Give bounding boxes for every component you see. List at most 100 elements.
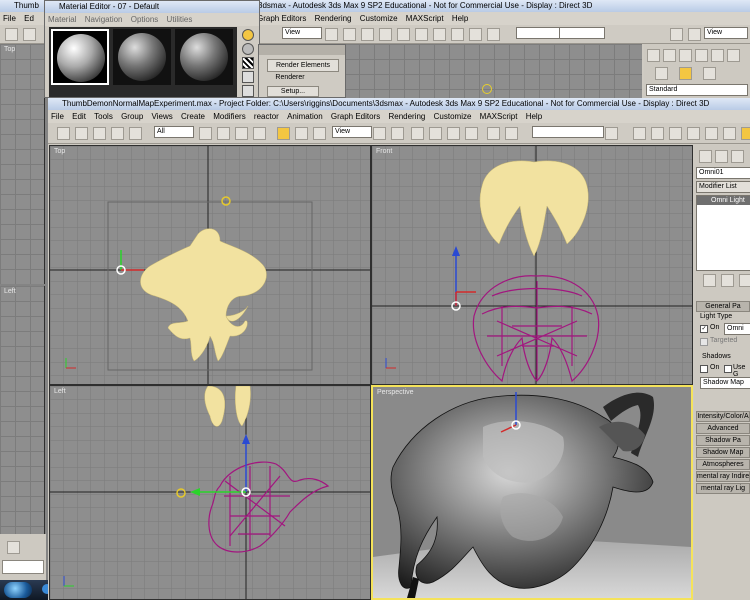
menu-rendering[interactable]: Rendering — [385, 112, 428, 121]
select-scale-icon[interactable] — [313, 127, 326, 140]
reference-coord-select[interactable]: View — [332, 126, 372, 138]
menu-group[interactable]: Group — [118, 112, 146, 121]
undo-icon[interactable] — [57, 127, 70, 140]
select-by-name-icon[interactable] — [217, 127, 230, 140]
rollout-shadow-params[interactable]: Shadow Pa — [696, 435, 750, 446]
active-shade-icon[interactable] — [741, 127, 750, 140]
back-tool-icon-1[interactable] — [325, 28, 338, 41]
object-name-field[interactable]: Omni01 — [696, 167, 750, 179]
viewport-top[interactable]: Top — [49, 145, 371, 385]
menu-reactor[interactable]: reactor — [251, 112, 282, 121]
pin-stack-icon[interactable] — [703, 274, 716, 287]
me-menu-options[interactable]: Options — [128, 15, 162, 24]
back-tool-icon-6[interactable] — [415, 28, 428, 41]
percent-snap-icon[interactable] — [447, 127, 460, 140]
me-menu-navigation[interactable]: Navigation — [82, 15, 126, 24]
rollout-atmospheres[interactable]: Atmospheres — [696, 459, 750, 470]
snaps-toggle-icon[interactable] — [411, 127, 424, 140]
menu-help[interactable]: Help — [523, 112, 545, 121]
material-slot-2[interactable] — [113, 29, 171, 85]
back-panel-icon-5[interactable] — [711, 49, 724, 62]
menu-customize[interactable]: Customize — [431, 112, 475, 121]
edit-named-selection-icon[interactable] — [487, 127, 500, 140]
menu-views[interactable]: Views — [149, 112, 176, 121]
modify-tab-icon[interactable] — [715, 150, 728, 163]
back-menu-rendering[interactable]: Rendering — [312, 14, 355, 23]
back-lock-icon[interactable] — [7, 541, 20, 554]
light-on-checkbox[interactable]: ✓ — [700, 325, 708, 333]
menu-maxscript[interactable]: MAXScript — [477, 112, 521, 121]
shadow-type-select[interactable]: Shadow Map — [700, 377, 750, 389]
unlink-icon[interactable] — [111, 127, 124, 140]
renderer-button[interactable]: Renderer — [267, 72, 313, 83]
targeted-checkbox[interactable] — [700, 338, 708, 346]
back-tool-icon-10[interactable] — [487, 28, 500, 41]
rollout-shadow-map[interactable]: Shadow Map — [696, 447, 750, 458]
viewport-perspective[interactable]: Perspective — [371, 385, 693, 600]
rollout-mental-ray-light[interactable]: mental ray Lig — [696, 483, 750, 494]
me-menu-utilities[interactable]: Utilities — [164, 15, 196, 24]
spinner-snap-icon[interactable] — [465, 127, 478, 140]
back-tool-icon-4[interactable] — [379, 28, 392, 41]
back-tool-icon-8[interactable] — [451, 28, 464, 41]
back-redo-icon[interactable] — [23, 28, 36, 41]
select-move-icon[interactable] — [277, 127, 290, 140]
quick-render-icon[interactable] — [723, 127, 736, 140]
select-link-icon[interactable] — [93, 127, 106, 140]
angle-snap-icon[interactable] — [429, 127, 442, 140]
hierarchy-tab-icon[interactable] — [731, 150, 744, 163]
select-object-icon[interactable] — [199, 127, 212, 140]
back-menu-customize[interactable]: Customize — [357, 14, 401, 23]
rollout-advanced[interactable]: Advanced — [696, 423, 750, 434]
menu-graph-editors[interactable]: Graph Editors — [328, 112, 383, 121]
layer-manager-icon[interactable] — [633, 127, 646, 140]
back-menu-file[interactable]: File — [0, 14, 19, 23]
menu-create[interactable]: Create — [178, 112, 208, 121]
shadows-on-checkbox[interactable] — [700, 365, 708, 373]
manipulate-icon[interactable] — [391, 127, 404, 140]
back-tool-icon-11[interactable] — [670, 28, 683, 41]
rect-selection-icon[interactable] — [235, 127, 248, 140]
viewport-front[interactable]: Front — [371, 145, 693, 385]
me-menu-material[interactable]: Material — [45, 15, 79, 24]
modifier-list-select[interactable]: Modifier List — [696, 181, 750, 193]
back-tool-icon-12 active[interactable] — [688, 28, 701, 41]
curve-editor-icon[interactable] — [651, 127, 664, 140]
create-tab-icon[interactable] — [699, 150, 712, 163]
viewport-left[interactable]: Left — [49, 385, 371, 600]
back-named-selection-2[interactable] — [559, 27, 605, 39]
menu-file[interactable]: File — [48, 112, 67, 121]
window-crossing-icon[interactable] — [253, 127, 266, 140]
back-tool-icon-9[interactable] — [469, 28, 482, 41]
back-panel-icon-1[interactable] — [647, 49, 660, 62]
back-panel-icon-7[interactable] — [655, 67, 668, 80]
use-global-checkbox[interactable] — [724, 365, 732, 373]
back-tool-icon-7[interactable] — [433, 28, 446, 41]
selection-filter-select[interactable]: All — [154, 126, 194, 138]
back-view-select-right[interactable]: View — [704, 27, 748, 39]
light-type-select[interactable]: Omni — [724, 323, 750, 335]
align-icon[interactable] — [605, 127, 618, 140]
material-editor-icon[interactable] — [687, 127, 700, 140]
redo-icon[interactable] — [75, 127, 88, 140]
schematic-view-icon[interactable] — [669, 127, 682, 140]
named-selection-sets[interactable] — [532, 126, 604, 138]
sample-uv-icon[interactable] — [242, 71, 254, 83]
back-undo-icon[interactable] — [5, 28, 18, 41]
bind-spacewarp-icon[interactable] — [129, 127, 142, 140]
back-panel-icon-4[interactable] — [695, 49, 708, 62]
back-panel-icon-8[interactable] — [679, 67, 692, 80]
back-named-selection[interactable] — [516, 27, 562, 39]
menu-animation[interactable]: Animation — [284, 112, 326, 121]
menu-edit[interactable]: Edit — [69, 112, 89, 121]
back-menu-graph-editors[interactable]: Graph Editors — [254, 14, 309, 23]
back-tool-icon-3[interactable] — [361, 28, 374, 41]
back-panel-icon-6[interactable] — [727, 49, 740, 62]
general-params-rollout[interactable]: General Pa — [696, 301, 750, 312]
make-unique-icon[interactable] — [739, 274, 750, 287]
show-end-result-icon[interactable] — [721, 274, 734, 287]
back-menu-help[interactable]: Help — [449, 14, 471, 23]
material-slot-3[interactable] — [175, 29, 233, 85]
modifier-stack-item[interactable]: Omni Light — [697, 196, 750, 205]
back-standard-select[interactable]: Standard — [646, 84, 748, 96]
